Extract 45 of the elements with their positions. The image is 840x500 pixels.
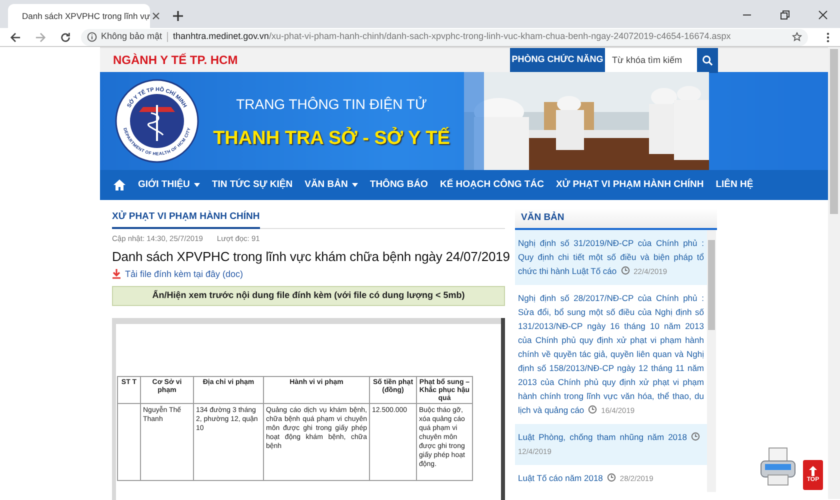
search-button[interactable]	[697, 48, 718, 72]
page-scrollbar[interactable]	[828, 47, 840, 499]
tab-title: Danh sách XPVPHC trong lĩnh vự	[22, 10, 150, 22]
preview-toggle[interactable]: Ẩn/Hiện xem trước nội dung file đính kèm (với file có dung lượng < 5mb)	[112, 286, 505, 306]
close-icon[interactable]	[152, 12, 160, 20]
url-text: thanhtra.medinet.gov.vn/xu-phat-vi-pham-hanh-chinh/danh-sach-xpvphc-trong-linh-vuc-kham-chua-benh-ngay-24072019-c4654-16674.aspx	[173, 30, 731, 44]
scrollbar[interactable]	[707, 230, 716, 492]
brand-text: NGÀNH Y TẾ TP. HCM	[113, 52, 238, 69]
nav-link[interactable]: VĂN BẢN	[304, 178, 358, 192]
reload-icon[interactable]	[60, 32, 71, 42]
browser-tab[interactable]: Danh sách XPVPHC trong lĩnh vự	[8, 4, 150, 28]
new-tab-icon[interactable]	[172, 10, 184, 22]
clock-icon	[620, 266, 630, 275]
banner-subtitle: TRANG THÔNG TIN ĐIỆN TỬ	[236, 95, 427, 114]
nav-link[interactable]: XỬ PHẠT VI PHẠM HÀNH CHÍNH	[556, 178, 704, 192]
clock-icon	[588, 405, 598, 414]
download-icon	[112, 269, 121, 280]
caret-icon	[352, 183, 358, 187]
nav-link[interactable]: KẾ HOẠCH CÔNG TÁC	[440, 178, 544, 192]
caret-icon	[194, 183, 200, 187]
info-icon	[87, 32, 97, 42]
nav-link[interactable]: LIÊN HỆ	[716, 178, 754, 192]
back-icon[interactable]	[10, 32, 21, 42]
search-field[interactable]: Từ khóa tìm kiếm	[605, 48, 697, 72]
download-link[interactable]: Tải file đính kèm tại đây (doc)	[112, 268, 244, 281]
address-bar[interactable]: Không bảo mật thanhtra.medinet.gov.vn/xu-phat-vi-pham-hanh-chinh/danh-sach-xpvphc-trong-linh-vuc-kham-chua-benh-ngay-24072019-c4654-16674.aspx	[81, 28, 808, 46]
nav-link[interactable]: TIN TỨC SỰ KIỆN	[212, 178, 293, 192]
search-icon	[702, 54, 713, 66]
article-title: Danh sách XPVPHC trong lĩnh vực khám chữa bệnh ngày 24/07/2019	[112, 248, 510, 266]
sidebar-heading: VĂN BẢN	[521, 210, 564, 225]
restore-icon[interactable]	[780, 10, 790, 20]
security-label: Không bảo mật	[101, 30, 162, 44]
star-icon[interactable]	[792, 32, 802, 42]
clock-icon	[606, 473, 616, 482]
arrow-up-icon	[809, 466, 817, 476]
functions-button[interactable]: PHÒNG CHỨC NĂNG	[510, 48, 605, 72]
category-heading: XỬ PHẠT VI PHẠM HÀNH CHÍNH	[112, 210, 260, 230]
home-icon[interactable]	[113, 179, 126, 191]
printer-icon[interactable]	[760, 447, 796, 487]
close-icon[interactable]	[818, 10, 828, 20]
menu-icon[interactable]	[826, 32, 830, 42]
nav-link[interactable]: THÔNG BÁO	[370, 178, 428, 192]
clock-icon	[691, 432, 700, 441]
nav-link[interactable]: GIỚI THIỆU	[138, 178, 200, 192]
banner-title: THANH TRA SỞ - SỞ Y TẾ	[213, 126, 450, 151]
